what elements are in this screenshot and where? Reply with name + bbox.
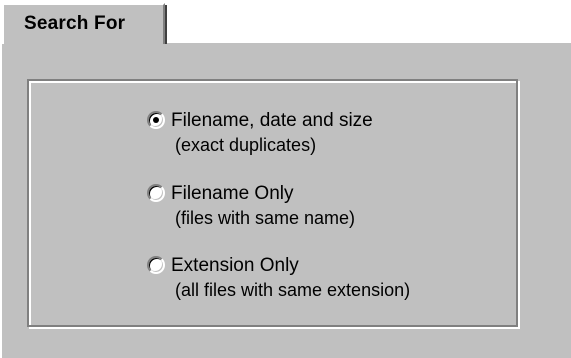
tab-search-for[interactable]: Search For [2,3,167,44]
search-options-group: Filename, date and size (exact duplicate… [27,79,518,327]
option-filename-date-size-label: Filename, date and size [171,110,373,131]
option-filename-only-description: (files with same name) [175,208,356,228]
option-filename-date-size-description: (exact duplicates) [175,135,317,155]
option-extension-only[interactable]: Extension Only (all files with same exte… [147,253,410,303]
radio-extension-only[interactable] [147,256,165,274]
option-filename-date-size[interactable]: Filename, date and size (exact duplicate… [147,108,373,158]
search-for-dialog: Search For Filename, date and size (exac… [0,0,571,358]
radio-filename-only[interactable] [147,184,165,202]
option-filename-only-label: Filename Only [171,183,294,204]
tab-page-search-for: Filename, date and size (exact duplicate… [0,41,571,358]
option-extension-only-label: Extension Only [171,255,299,276]
radio-filename-date-size[interactable] [147,111,165,129]
option-filename-only[interactable]: Filename Only (files with same name) [147,181,355,231]
option-extension-only-description: (all files with same extension) [175,280,411,300]
tab-search-for-label: Search For [24,13,126,34]
